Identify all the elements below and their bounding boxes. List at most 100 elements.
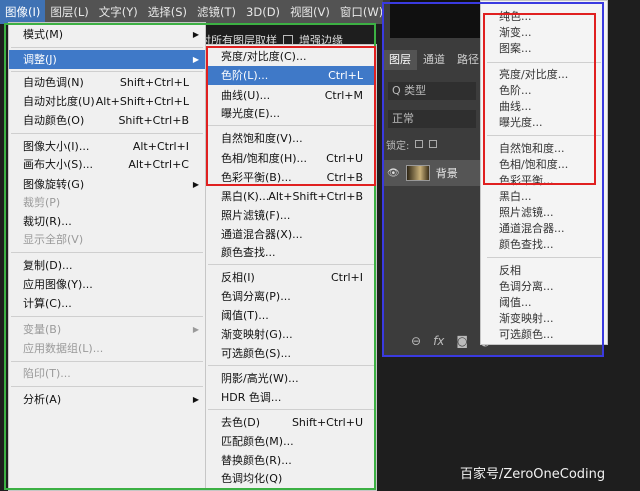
item-label: 色调分离(P)... (221, 290, 291, 303)
panel-tabs: 图层 通道 路径 (383, 50, 485, 70)
item-label: 阈值(T)... (221, 309, 269, 322)
menu-window[interactable]: 窗口(W) (335, 0, 388, 24)
separator (208, 264, 374, 265)
menu-item-calculations[interactable]: 计算(C)... (9, 294, 205, 313)
menu-item-canvas-size[interactable]: 画布大小(S)... Alt+Ctrl+C (9, 155, 205, 174)
adj-item-pattern[interactable]: 图案... (481, 41, 607, 57)
submenu-item-exposure[interactable]: 曝光度(E)... (206, 104, 376, 123)
submenu-item-posterize[interactable]: 色调分离(P)... (206, 287, 376, 306)
eye-icon[interactable]: 👁 (387, 168, 400, 179)
submenu-item-desaturate[interactable]: 去色(D) Shift+Ctrl+U (206, 413, 376, 432)
menu-item-adjust[interactable]: 调整(J) ▶ (9, 50, 205, 69)
submenu-item-photo-filter[interactable]: 照片滤镜(F)... (206, 206, 376, 225)
lock-pixels-icon[interactable] (415, 140, 424, 148)
item-label: 画布大小(S)... (23, 158, 94, 171)
adj-item-invert[interactable]: 反相 (481, 263, 607, 279)
menu-item-variables[interactable]: 变量(B) ▶ (9, 320, 205, 339)
submenu-item-threshold[interactable]: 阈值(T)... (206, 306, 376, 325)
submenu-item-hue-saturation[interactable]: 色相/饱和度(H)... Ctrl+U (206, 149, 376, 168)
submenu-item-shadows-highlights[interactable]: 阴影/高光(W)... (206, 369, 376, 388)
submenu-item-color-lookup[interactable]: 颜色查找... (206, 243, 376, 262)
menu-filter[interactable]: 滤镜(T) (192, 0, 241, 24)
item-label: 模式(M) (23, 28, 64, 41)
submenu-item-match-color[interactable]: 匹配颜色(M)... (206, 432, 376, 451)
tab-layers[interactable]: 图层 (383, 50, 417, 70)
adj-item-gradient-map[interactable]: 渐变映射... (481, 311, 607, 327)
adj-item-hue-saturation[interactable]: 色相/饱和度... (481, 157, 607, 173)
menu-item-apply-data-set[interactable]: 应用数据组(L)... (9, 339, 205, 358)
shortcut: Ctrl+U (326, 152, 363, 165)
item-label: 色阶(L)... (221, 69, 269, 82)
menu-item-trap[interactable]: 陷印(T)... (9, 364, 205, 383)
submenu-item-vibrance[interactable]: 自然饱和度(V)... (206, 129, 376, 148)
adj-item-levels[interactable]: 色阶... (481, 83, 607, 99)
mask-icon[interactable]: ◙ (456, 334, 468, 348)
adj-item-black-white[interactable]: 黑白... (481, 189, 607, 205)
menu-item-auto-contrast[interactable]: 自动对比度(U) Alt+Shift+Ctrl+L (9, 92, 205, 111)
adj-item-brightness-contrast[interactable]: 亮度/对比度... (481, 67, 607, 83)
item-label: 去色(D) (221, 416, 261, 429)
submenu-item-selective-color[interactable]: 可选颜色(S)... (206, 344, 376, 363)
adj-item-solid-color[interactable]: 纯色... (481, 9, 607, 25)
menu-item-trim[interactable]: 裁切(R)... (9, 212, 205, 231)
menu-item-apply-image[interactable]: 应用图像(Y)... (9, 275, 205, 294)
menu-item-image-size[interactable]: 图像大小(I)... Alt+Ctrl+I (9, 137, 205, 156)
separator (11, 252, 203, 253)
link-icon[interactable]: ⊖ (411, 334, 421, 348)
menu-view[interactable]: 视图(V) (285, 0, 335, 24)
menu-item-crop[interactable]: 裁剪(P) (9, 193, 205, 212)
item-label: 曲线(U)... (221, 89, 271, 102)
menu-layer[interactable]: 图层(L) (45, 0, 93, 24)
menu-item-duplicate[interactable]: 复制(D)... (9, 256, 205, 275)
lock-row: 锁定: (386, 136, 480, 152)
menu-3d[interactable]: 3D(D) (241, 0, 285, 24)
kind-filter-select[interactable]: Q 类型 (388, 82, 476, 100)
adj-item-threshold[interactable]: 阈值... (481, 295, 607, 311)
submenu-item-hdr-toning[interactable]: HDR 色调... (206, 388, 376, 407)
blend-mode-select[interactable]: 正常 (388, 110, 476, 128)
adj-item-vibrance[interactable]: 自然饱和度... (481, 141, 607, 157)
menu-image[interactable]: 图像(I) (0, 0, 46, 24)
separator (11, 133, 203, 134)
fx-icon[interactable]: fx (433, 334, 444, 348)
submenu-item-levels[interactable]: 色阶(L)... Ctrl+L (206, 66, 376, 85)
submenu-item-invert[interactable]: 反相(I) Ctrl+I (206, 268, 376, 287)
tab-channels[interactable]: 通道 (417, 50, 451, 70)
adj-item-channel-mixer[interactable]: 通道混合器... (481, 221, 607, 237)
submenu-item-brightness-contrast[interactable]: 亮度/对比度(C)... (206, 47, 376, 66)
item-label: 颜色查找... (221, 246, 276, 259)
menu-type[interactable]: 文字(Y) (94, 0, 143, 24)
adjustment-layer-menu: 纯色... 渐变... 图案... 亮度/对比度... 色阶... 曲线... … (480, 0, 608, 345)
submenu-item-replace-color[interactable]: 替换颜色(R)... (206, 451, 376, 470)
item-label: 裁剪(P) (23, 196, 61, 209)
menu-select[interactable]: 选择(S) (143, 0, 192, 24)
adj-item-selective-color[interactable]: 可选颜色... (481, 327, 607, 343)
layer-row-background[interactable]: 👁 背景 (383, 160, 483, 186)
adj-item-color-balance[interactable]: 色彩平衡... (481, 173, 607, 189)
adj-item-color-lookup[interactable]: 颜色查找... (481, 237, 607, 253)
item-label: 调整(J) (23, 53, 57, 66)
menu-item-image-rotation[interactable]: 图像旋转(G) ▶ (9, 175, 205, 194)
item-label: 色彩平衡(B)... (221, 171, 292, 184)
submenu-item-color-balance[interactable]: 色彩平衡(B)... Ctrl+B (206, 168, 376, 187)
submenu-item-equalize[interactable]: 色调均化(Q) (206, 469, 376, 488)
separator (487, 62, 601, 63)
submenu-item-channel-mixer[interactable]: 通道混合器(X)... (206, 225, 376, 244)
menu-item-auto-color[interactable]: 自动颜色(O) Shift+Ctrl+B (9, 111, 205, 130)
lock-position-icon[interactable] (429, 140, 438, 148)
submenu-item-gradient-map[interactable]: 渐变映射(G)... (206, 325, 376, 344)
adj-item-exposure[interactable]: 曝光度... (481, 115, 607, 131)
item-label: 反相(I) (221, 271, 255, 284)
menu-item-auto-tone[interactable]: 自动色调(N) Shift+Ctrl+L (9, 73, 205, 92)
menu-item-mode[interactable]: 模式(M) ▶ (9, 25, 205, 44)
lock-label: 锁定: (386, 140, 410, 152)
submenu-item-curves[interactable]: 曲线(U)... Ctrl+M (206, 86, 376, 105)
separator (208, 409, 374, 410)
adj-item-curves[interactable]: 曲线... (481, 99, 607, 115)
menu-item-analysis[interactable]: 分析(A) ▶ (9, 390, 205, 409)
adj-item-photo-filter[interactable]: 照片滤镜... (481, 205, 607, 221)
menu-item-reveal-all[interactable]: 显示全部(V) (9, 230, 205, 249)
submenu-item-black-white[interactable]: 黑白(K)... Alt+Shift+Ctrl+B (206, 187, 376, 206)
adj-item-gradient[interactable]: 渐变... (481, 25, 607, 41)
adj-item-posterize[interactable]: 色调分离... (481, 279, 607, 295)
